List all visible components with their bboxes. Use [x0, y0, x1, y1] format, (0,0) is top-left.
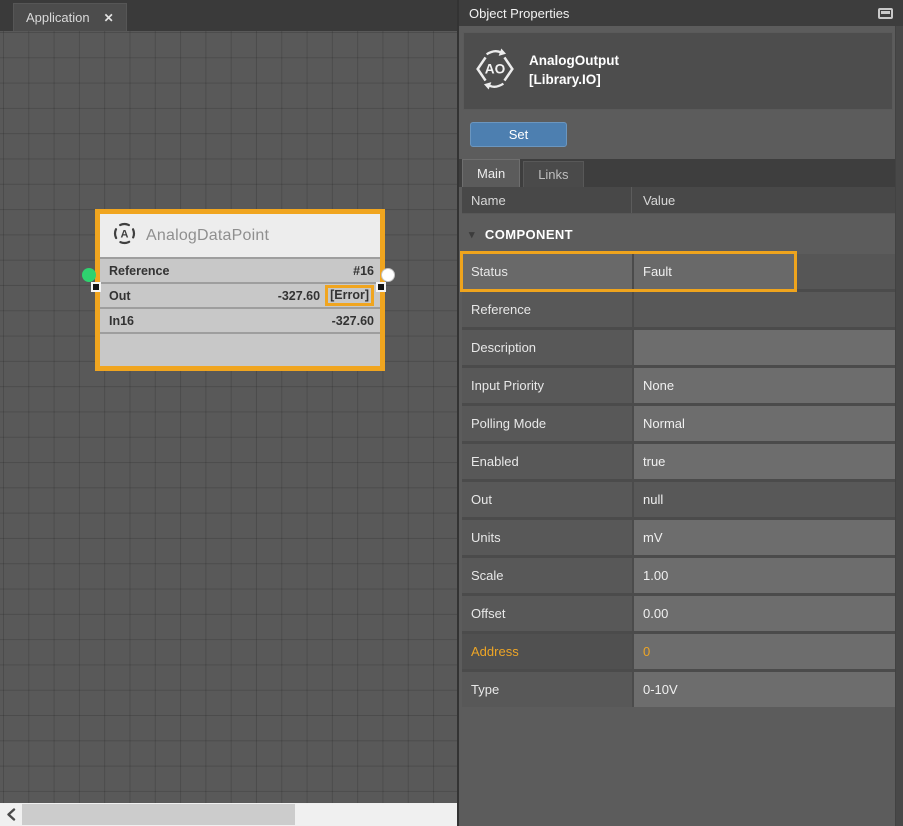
property-row: Type 0-10V	[462, 672, 895, 707]
collapse-icon[interactable]: ▾	[469, 228, 475, 241]
analog-output-icon: AO	[474, 48, 516, 95]
block-pin-list: Reference #16 Out -327.60 [Error] In16 -…	[100, 259, 380, 334]
properties-tab[interactable]: Main	[462, 159, 520, 187]
svg-text:AO: AO	[485, 61, 506, 76]
property-grid-header: Name Value	[462, 187, 895, 214]
diagram-editor-pane: Application ✕ A AnalogDataPoint Referenc…	[0, 0, 457, 826]
row-filler	[796, 254, 895, 289]
pin-name: Out	[109, 289, 278, 303]
property-value[interactable]: Normal	[634, 406, 895, 441]
object-library: [Library.IO]	[529, 71, 619, 90]
scrollbar-thumb[interactable]	[22, 804, 295, 825]
tab-label: Main	[477, 166, 505, 181]
tab-application[interactable]: Application ✕	[13, 3, 127, 31]
property-value[interactable]: null	[634, 482, 895, 517]
analog-point-icon: A	[112, 221, 137, 251]
property-value[interactable]: 0-10V	[634, 672, 895, 707]
section-label: COMPONENT	[485, 227, 573, 242]
property-row: Description	[462, 330, 895, 365]
input-port[interactable]	[82, 268, 96, 282]
panel-title-bar: Object Properties	[459, 0, 903, 26]
tab-label: Application	[26, 10, 90, 25]
chevron-left-icon	[6, 808, 16, 821]
property-name: Out	[462, 482, 632, 517]
editor-tab-bar: Application ✕	[0, 0, 457, 31]
resize-handle-left[interactable]	[91, 282, 101, 292]
properties-tab-bar: Main Links	[459, 159, 895, 187]
property-value[interactable]: true	[634, 444, 895, 479]
property-row: Reference	[462, 292, 895, 327]
pin-value: -327.60	[332, 314, 374, 328]
block-pin-row[interactable]: Reference #16	[100, 259, 380, 284]
property-name: Reference	[462, 292, 632, 327]
property-row: Scale 1.00	[462, 558, 895, 593]
properties-tab[interactable]: Links	[523, 161, 583, 187]
property-value[interactable]	[634, 292, 895, 327]
wiresheet-canvas[interactable]: A AnalogDataPoint Reference #16 Out -32	[0, 31, 457, 803]
dock-window-icon[interactable]	[878, 8, 893, 19]
property-grid: Status Fault Reference Description Input…	[462, 254, 895, 707]
property-value[interactable]: 0.00	[634, 596, 895, 631]
pin-name: In16	[109, 314, 332, 328]
property-name: Offset	[462, 596, 632, 631]
object-properties-panel: Object Properties AO AnalogOutput [Libra…	[459, 0, 903, 826]
property-name: Scale	[462, 558, 632, 593]
property-row: Units mV	[462, 520, 895, 555]
set-button[interactable]: Set	[470, 122, 567, 147]
output-port[interactable]	[381, 268, 395, 282]
block-pin-row[interactable]: In16 -327.60	[100, 309, 380, 334]
component-section-header[interactable]: ▾ COMPONENT	[462, 214, 895, 254]
object-name: AnalogOutput [Library.IO]	[529, 52, 619, 90]
property-name: Units	[462, 520, 632, 555]
property-name: Type	[462, 672, 632, 707]
scroll-left-button[interactable]	[0, 803, 21, 826]
resize-handle-right[interactable]	[376, 282, 386, 292]
property-value[interactable]: 0	[634, 634, 895, 669]
property-name: Enabled	[462, 444, 632, 479]
property-row: Status Fault	[462, 254, 895, 289]
pin-value: #16	[353, 264, 374, 278]
property-value[interactable]: Fault	[634, 254, 794, 289]
property-value[interactable]: mV	[634, 520, 895, 555]
block-pin-row[interactable]: Out -327.60 [Error]	[100, 284, 380, 309]
svg-text:A: A	[121, 228, 129, 240]
property-value[interactable]	[634, 330, 895, 365]
object-header-card: AO AnalogOutput [Library.IO]	[463, 32, 893, 110]
block-header[interactable]: A AnalogDataPoint	[100, 214, 380, 259]
column-header-name: Name	[462, 187, 632, 213]
property-row: Out null	[462, 482, 895, 517]
object-type: AnalogOutput	[529, 52, 619, 71]
panel-gutter	[895, 26, 903, 826]
pin-name: Reference	[109, 264, 353, 278]
tab-close-icon[interactable]: ✕	[104, 12, 114, 24]
pin-value: -327.60	[278, 289, 320, 303]
property-name: Description	[462, 330, 632, 365]
property-name: Polling Mode	[462, 406, 632, 441]
panel-title: Object Properties	[469, 6, 569, 21]
analog-datapoint-block[interactable]: A AnalogDataPoint Reference #16 Out -32	[95, 209, 385, 371]
property-row: Offset 0.00	[462, 596, 895, 631]
block-title: AnalogDataPoint	[146, 227, 269, 245]
property-value[interactable]: 1.00	[634, 558, 895, 593]
property-row: Address 0	[462, 634, 895, 669]
property-name: Input Priority	[462, 368, 632, 403]
property-name: Status	[462, 254, 632, 289]
error-badge: [Error]	[325, 285, 374, 306]
column-header-value: Value	[632, 193, 675, 208]
property-row: Polling Mode Normal	[462, 406, 895, 441]
block-footer	[100, 334, 380, 366]
property-value[interactable]: None	[634, 368, 895, 403]
property-row: Input Priority None	[462, 368, 895, 403]
property-name: Address	[462, 634, 632, 669]
horizontal-scrollbar[interactable]	[0, 803, 457, 826]
tab-label: Links	[538, 167, 568, 182]
property-row: Enabled true	[462, 444, 895, 479]
